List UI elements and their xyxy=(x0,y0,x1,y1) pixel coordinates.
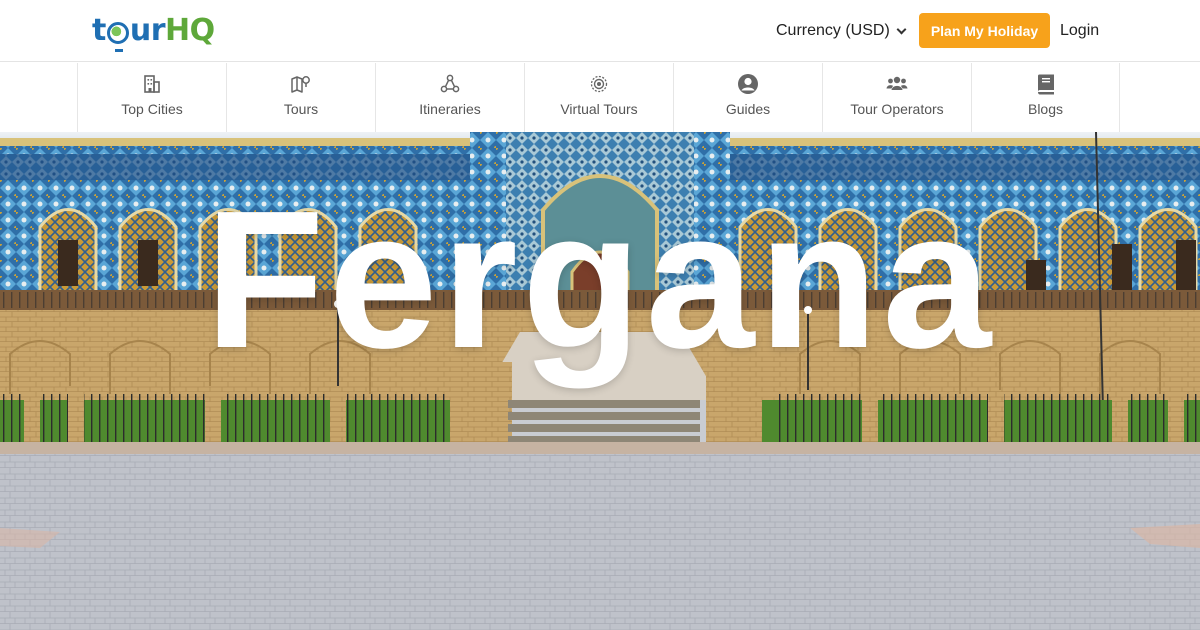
nav-label: Itineraries xyxy=(419,101,481,117)
nav-label: Blogs xyxy=(1027,101,1064,117)
globe-icon xyxy=(106,21,129,52)
route-nodes-icon xyxy=(439,73,461,95)
currency-selector[interactable]: Currency (USD) xyxy=(776,20,907,42)
nav-item-top-cities[interactable]: Top Cities xyxy=(77,63,226,132)
user-circle-icon xyxy=(737,73,759,95)
chevron-down-icon xyxy=(896,24,907,34)
logo-text-ur: ur xyxy=(129,12,166,48)
building-icon xyxy=(141,73,163,95)
nav-item-virtual-tours[interactable]: Virtual Tours xyxy=(524,63,673,132)
book-icon xyxy=(1035,73,1057,95)
top-header: t ur HQ Currency (USD) Plan My Holiday L… xyxy=(0,0,1200,62)
logo-text-hq: HQ xyxy=(165,12,215,48)
nav-label: Guides xyxy=(725,101,771,117)
category-nav: Top Cities Tours Itineraries Virtual Tou… xyxy=(0,63,1200,132)
target-icon xyxy=(588,73,610,95)
nav-item-tour-operators[interactable]: Tour Operators xyxy=(822,63,971,132)
nav-item-guides[interactable]: Guides xyxy=(673,63,822,132)
nav-label: Top Cities xyxy=(121,101,183,117)
currency-label: Currency (USD) xyxy=(776,22,890,39)
hero-banner: Fergana xyxy=(0,132,1200,630)
login-link[interactable]: Login xyxy=(1060,20,1099,42)
logo-text-t: t xyxy=(92,12,106,48)
plan-my-holiday-button[interactable]: Plan My Holiday xyxy=(919,13,1050,48)
nav-item-blogs[interactable]: Blogs xyxy=(971,63,1120,132)
nav-label: Tour Operators xyxy=(850,101,944,117)
nav-item-itineraries[interactable]: Itineraries xyxy=(375,63,524,132)
map-pin-icon xyxy=(290,73,312,95)
hero-title: Fergana xyxy=(204,170,996,389)
nav-label: Virtual Tours xyxy=(560,101,638,117)
users-group-icon xyxy=(886,73,908,95)
nav-item-tours[interactable]: Tours xyxy=(226,63,375,132)
tourhq-logo[interactable]: t ur HQ xyxy=(92,9,215,52)
nav-label: Tours xyxy=(283,101,319,117)
